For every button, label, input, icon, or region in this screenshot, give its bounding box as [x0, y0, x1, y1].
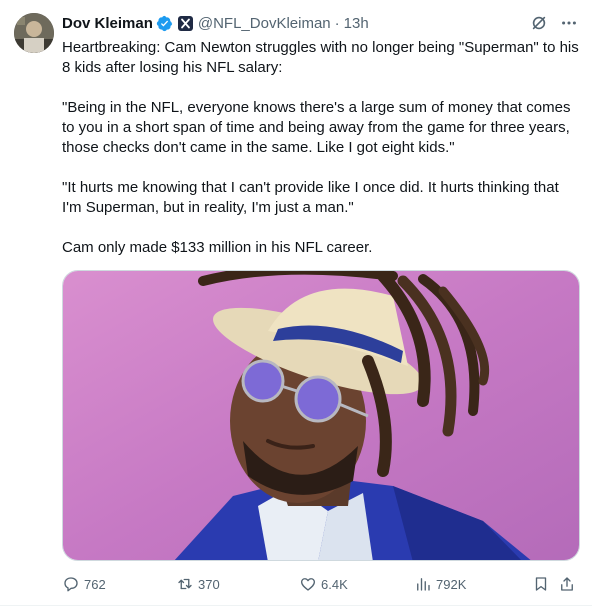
tweet-paragraph: "Being in the NFL, everyone knows there'… — [62, 99, 571, 156]
affiliate-x-icon[interactable] — [177, 15, 193, 31]
separator-dot: · — [334, 14, 340, 32]
repost-icon — [178, 578, 192, 590]
reply-button[interactable]: 762 — [62, 572, 106, 596]
tweet-text: Heartbreaking: Cam Newton struggles with… — [62, 38, 582, 258]
views-count: 792K — [436, 576, 467, 592]
author-name[interactable]: Dov Kleiman — [62, 15, 153, 32]
share-button[interactable] — [558, 572, 576, 596]
tweet-paragraph: "It hurts me knowing that I can't provid… — [62, 179, 559, 216]
verified-badge-icon — [156, 15, 173, 31]
author-handle[interactable]: @NFL_DovKleiman — [198, 15, 331, 32]
views-button[interactable]: 792K — [414, 572, 466, 596]
more-icon[interactable] — [560, 14, 578, 32]
reply-icon — [64, 577, 78, 592]
timestamp[interactable]: 13h — [344, 15, 369, 32]
repost-button[interactable]: 370 — [176, 572, 220, 596]
like-button[interactable]: 6.4K — [299, 572, 348, 596]
reply-count: 762 — [84, 576, 106, 592]
tweet-header: Dov Kleiman @NFL_DovKleiman · 13h — [62, 12, 578, 34]
header-actions — [530, 12, 578, 34]
bookmark-button[interactable] — [532, 572, 550, 596]
share-icon — [561, 577, 573, 591]
tweet-paragraph: Heartbreaking: Cam Newton struggles with… — [62, 39, 579, 76]
tweet-card[interactable]: Dov Kleiman @NFL_DovKleiman · 13h Heartb… — [0, 0, 592, 606]
bookmark-icon — [535, 577, 547, 591]
avatar[interactable] — [14, 13, 54, 53]
like-icon — [300, 578, 316, 591]
tweet-photo[interactable] — [62, 270, 580, 561]
like-count: 6.4K — [321, 576, 348, 592]
action-bar: 762 370 6.4K 792K — [62, 572, 580, 596]
grok-icon[interactable] — [530, 14, 548, 32]
tweet-paragraph: Cam only made $133 million in his NFL ca… — [62, 239, 373, 256]
repost-count: 370 — [198, 576, 220, 592]
views-icon — [417, 578, 430, 591]
